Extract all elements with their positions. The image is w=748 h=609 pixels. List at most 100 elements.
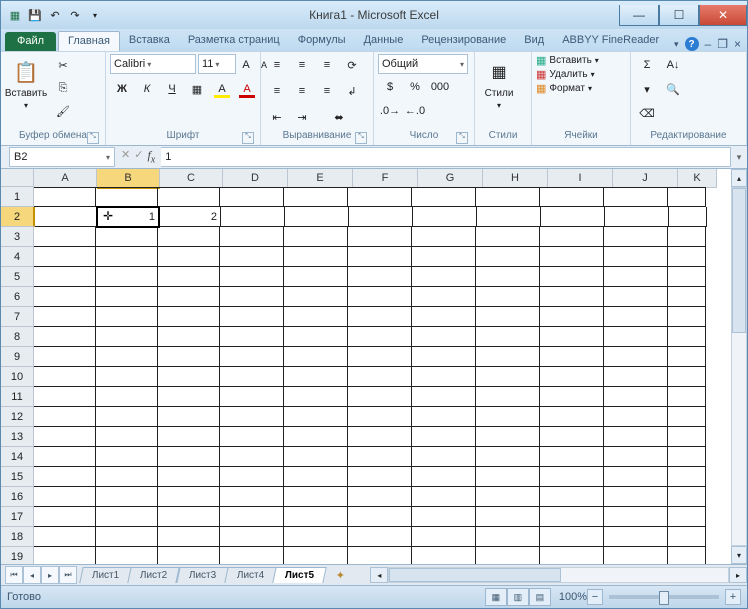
cell[interactable] xyxy=(34,287,96,307)
cell[interactable] xyxy=(540,527,604,547)
customize-ribbon-icon[interactable]: ▾ xyxy=(674,39,679,50)
align-middle-button[interactable]: ≡ xyxy=(290,54,314,76)
cell[interactable] xyxy=(158,267,220,287)
cell[interactable] xyxy=(158,467,220,487)
cell[interactable] xyxy=(476,527,540,547)
cell[interactable] xyxy=(158,307,220,327)
cell[interactable] xyxy=(284,367,348,387)
cell[interactable] xyxy=(96,327,158,347)
cell[interactable] xyxy=(96,347,158,367)
cell[interactable] xyxy=(476,287,540,307)
normal-view-button[interactable]: ▦ xyxy=(485,588,507,606)
cell[interactable] xyxy=(668,347,706,367)
cell[interactable] xyxy=(158,347,220,367)
cell[interactable] xyxy=(34,267,96,287)
cell[interactable] xyxy=(348,487,412,507)
cell[interactable] xyxy=(604,547,668,564)
row-header[interactable]: 7 xyxy=(1,307,34,327)
cell[interactable] xyxy=(34,387,96,407)
cell[interactable] xyxy=(668,187,706,207)
cell[interactable] xyxy=(220,367,284,387)
cell[interactable] xyxy=(34,367,96,387)
maximize-button[interactable]: ☐ xyxy=(659,5,699,26)
save-icon[interactable]: 💾 xyxy=(27,7,43,23)
cell[interactable] xyxy=(412,427,476,447)
font-size-combo[interactable]: 11▾ xyxy=(198,54,236,74)
cell[interactable] xyxy=(158,287,220,307)
cell[interactable] xyxy=(158,227,220,247)
cell[interactable] xyxy=(158,447,220,467)
qat-dropdown-icon[interactable]: ▾ xyxy=(87,7,103,23)
cell[interactable] xyxy=(34,547,96,564)
cell[interactable] xyxy=(158,367,220,387)
cell[interactable] xyxy=(412,287,476,307)
cell[interactable] xyxy=(348,327,412,347)
cell[interactable] xyxy=(284,187,348,207)
cell[interactable] xyxy=(158,387,220,407)
paste-button[interactable]: 📋 Вставить▾ xyxy=(5,54,47,120)
cell[interactable] xyxy=(668,487,706,507)
percent-button[interactable]: % xyxy=(403,76,427,98)
number-launcher-icon[interactable]: ⤡ xyxy=(456,132,468,144)
sheet-tab[interactable]: Лист2 xyxy=(128,567,181,583)
cell[interactable] xyxy=(96,427,158,447)
cell[interactable] xyxy=(604,367,668,387)
cell[interactable] xyxy=(285,207,349,227)
cell[interactable] xyxy=(158,487,220,507)
cell[interactable] xyxy=(284,347,348,367)
font-color-button[interactable]: A xyxy=(235,78,259,100)
row-header[interactable]: 2 xyxy=(1,207,35,227)
cell[interactable] xyxy=(284,487,348,507)
insert-cells-button[interactable]: Вставить xyxy=(549,55,591,66)
cell[interactable] xyxy=(96,407,158,427)
cell[interactable] xyxy=(476,507,540,527)
cell[interactable] xyxy=(284,307,348,327)
cell[interactable] xyxy=(96,187,158,207)
cell[interactable] xyxy=(348,367,412,387)
cell[interactable] xyxy=(412,527,476,547)
cell[interactable] xyxy=(540,507,604,527)
cell[interactable] xyxy=(476,547,540,564)
cell[interactable] xyxy=(348,347,412,367)
cell[interactable] xyxy=(284,507,348,527)
cell[interactable] xyxy=(540,467,604,487)
cell[interactable] xyxy=(540,187,604,207)
ribbon-tab[interactable]: Разметка страниц xyxy=(179,31,289,51)
cell[interactable] xyxy=(158,187,220,207)
cell[interactable] xyxy=(348,527,412,547)
cell[interactable] xyxy=(540,547,604,564)
cell[interactable] xyxy=(540,427,604,447)
cell[interactable] xyxy=(220,307,284,327)
cell[interactable] xyxy=(541,207,605,227)
fill-button[interactable]: ▾ xyxy=(635,78,659,100)
cell[interactable] xyxy=(540,327,604,347)
cell[interactable] xyxy=(540,407,604,427)
cell[interactable] xyxy=(348,547,412,564)
cell[interactable] xyxy=(668,407,706,427)
alignment-launcher-icon[interactable]: ⤡ xyxy=(355,132,367,144)
cell[interactable] xyxy=(284,407,348,427)
cell[interactable] xyxy=(34,227,96,247)
underline-button[interactable]: Ч xyxy=(160,78,184,100)
cell[interactable] xyxy=(412,307,476,327)
row-header[interactable]: 3 xyxy=(1,227,34,247)
cell[interactable] xyxy=(96,307,158,327)
cell[interactable] xyxy=(668,307,706,327)
cell[interactable] xyxy=(96,247,158,267)
cell[interactable] xyxy=(604,407,668,427)
cell[interactable] xyxy=(284,387,348,407)
comma-button[interactable]: 000 xyxy=(428,76,452,98)
cell[interactable] xyxy=(668,367,706,387)
scroll-left-icon[interactable]: ◂ xyxy=(370,567,388,583)
column-header[interactable]: K xyxy=(678,169,717,188)
column-header[interactable]: A xyxy=(34,169,97,188)
mdi-close-button[interactable]: × xyxy=(734,37,741,51)
mdi-minimize-button[interactable]: – xyxy=(705,37,712,51)
sort-button[interactable]: A↓ xyxy=(661,54,685,76)
cell[interactable] xyxy=(540,387,604,407)
row-header[interactable]: 18 xyxy=(1,527,34,547)
minimize-button[interactable]: — xyxy=(619,5,659,26)
new-sheet-button[interactable]: ✦ xyxy=(330,568,350,582)
cell[interactable] xyxy=(412,447,476,467)
cell[interactable] xyxy=(220,247,284,267)
